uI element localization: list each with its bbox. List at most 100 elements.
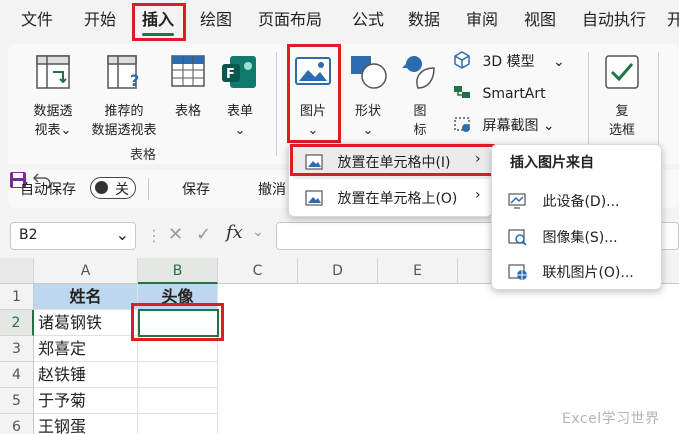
menu-bar: 文件 开始 插入 绘图 页面布局 公式 数据 审阅 视图 自动执行 开 <box>0 0 679 44</box>
chevron-down-icon: ⌄ <box>234 123 246 138</box>
chevron-down-icon: ⌄ <box>553 54 565 70</box>
cell-b4[interactable] <box>138 362 218 388</box>
place-in-cell-item[interactable]: 放置在单元格中(I) › <box>305 151 481 172</box>
this-device-item[interactable]: 此设备(D)... <box>508 191 620 211</box>
name-box-value: B2 <box>19 227 38 243</box>
checkbox-icon <box>605 55 639 89</box>
toggle-state: 关 <box>115 182 129 198</box>
shapes-label: 形状 <box>354 104 381 119</box>
stock-images-label: 图像集(S)... <box>542 230 618 246</box>
select-all-corner[interactable] <box>0 258 34 284</box>
row-header-1[interactable]: 1 <box>0 284 34 310</box>
stock-images-item[interactable]: 图像集(S)... <box>508 227 618 247</box>
online-pictures-item[interactable]: 联机图片(O)... <box>508 262 634 282</box>
cell-a2[interactable]: 诸葛钢铁 <box>34 310 138 336</box>
tab-draw[interactable]: 绘图 <box>200 9 232 31</box>
row-header-4[interactable]: 4 <box>0 362 34 388</box>
group-divider <box>658 52 659 156</box>
tab-file[interactable]: 文件 <box>21 9 53 31</box>
screenshot-label: 屏幕截图 <box>482 118 539 134</box>
cell-a1[interactable]: 姓名 <box>34 284 138 310</box>
tab-data[interactable]: 数据 <box>408 9 440 31</box>
cancel-icon[interactable]: ✕ <box>168 224 183 245</box>
checkbox-label-1: 复 <box>615 104 629 119</box>
pivottable-label-1: 数据透 <box>33 104 73 119</box>
place-over-cells-label: 放置在单元格上(O) <box>337 191 458 207</box>
icons-icon <box>402 56 435 89</box>
pivottable-label-2: 视表 <box>34 123 61 138</box>
3d-models-button[interactable]: 3D 模型 ⌄ <box>452 50 565 72</box>
cell-a5[interactable]: 于予菊 <box>34 388 138 414</box>
svg-text:?: ? <box>130 71 139 90</box>
checkbox-button[interactable]: 复 选框 <box>602 52 642 140</box>
this-device-icon <box>508 193 526 209</box>
checkbox-label-2: 选框 <box>608 123 635 138</box>
save-label[interactable]: 保存 <box>182 179 210 199</box>
group-divider <box>276 52 277 156</box>
screenshot-button[interactable]: 屏幕截图 ⌄ <box>452 114 555 136</box>
table-label: 表格 <box>174 104 201 119</box>
chevron-right-icon: › <box>475 187 481 203</box>
shapes-button[interactable]: 形状 ⌄ <box>348 52 388 140</box>
picture-button[interactable]: 图片 ⌄ <box>292 52 334 140</box>
tab-home[interactable]: 开始 <box>84 9 116 31</box>
autosave-toggle[interactable]: 关 <box>90 177 136 199</box>
icons-label-2: 标 <box>413 123 427 138</box>
forms-button[interactable]: F 表单 ⌄ <box>220 52 260 140</box>
cell-b1[interactable]: 头像 <box>138 284 218 310</box>
active-cell-b2[interactable] <box>138 309 219 337</box>
tab-insert[interactable]: 插入 <box>142 9 175 36</box>
watermark: Excel学习世界 <box>562 411 660 427</box>
chevron-right-icon: › <box>475 151 481 167</box>
chevron-down-icon: ⌄ <box>307 123 319 138</box>
table-icon <box>171 55 205 87</box>
tab-automate[interactable]: 自动执行 <box>582 9 646 31</box>
col-header-b[interactable]: B <box>138 258 218 284</box>
cell-b6[interactable] <box>138 414 218 434</box>
smartart-button[interactable]: SmartArt <box>452 82 546 104</box>
col-header-c[interactable]: C <box>218 258 298 284</box>
tab-review[interactable]: 审阅 <box>466 9 498 31</box>
place-over-cells-item[interactable]: 放置在单元格上(O) › <box>305 187 481 208</box>
tab-view[interactable]: 视图 <box>524 9 556 31</box>
icons-label-1: 图 <box>413 104 427 119</box>
name-box[interactable]: B2 ⌄ <box>10 222 136 250</box>
cell-a6[interactable]: 王钢蛋 <box>34 414 138 434</box>
chevron-down-icon[interactable]: ⌄ <box>116 225 129 244</box>
recommended-pivottable-icon: ? <box>107 55 139 90</box>
enter-icon[interactable]: ✓ <box>196 224 211 245</box>
recommended-pivottable-label-2: 数据透视表 <box>91 123 157 138</box>
picture-placement-menu: 放置在单元格中(I) › 放置在单元格上(O) › <box>288 143 493 217</box>
stock-images-icon <box>508 229 527 246</box>
tab-developer[interactable]: 开 <box>667 9 679 31</box>
this-device-label: 此设备(D)... <box>542 194 620 210</box>
cell-a3[interactable]: 郑喜定 <box>34 336 138 362</box>
cell-b3[interactable] <box>138 336 218 362</box>
row-header-3[interactable]: 3 <box>0 336 34 362</box>
cell-b5[interactable] <box>138 388 218 414</box>
insert-function-button[interactable]: fx <box>226 222 243 243</box>
row-header-6[interactable]: 6 <box>0 414 34 434</box>
cell-a4[interactable]: 赵铁锤 <box>34 362 138 388</box>
pivottable-button[interactable]: 数据透 视表⌄ <box>26 52 80 140</box>
chevron-down-icon: ⌄ <box>362 123 374 138</box>
recommended-pivottable-button[interactable]: ? 推荐的 数据透视表 <box>88 52 160 140</box>
recommended-pivottable-label-1: 推荐的 <box>104 104 144 119</box>
cube-icon <box>454 51 470 69</box>
tab-page-layout[interactable]: 页面布局 <box>258 9 322 31</box>
tab-formulas[interactable]: 公式 <box>352 9 384 31</box>
chevron-down-icon[interactable]: ⌄ <box>252 224 264 240</box>
smartart-label: SmartArt <box>482 86 546 102</box>
undo-label[interactable]: 撤消 <box>258 179 286 199</box>
picture-label: 图片 <box>299 104 326 119</box>
row-header-2[interactable]: 2 <box>0 310 34 336</box>
row-header-5[interactable]: 5 <box>0 388 34 414</box>
col-header-a[interactable]: A <box>34 258 138 284</box>
icons-button[interactable]: 图 标 <box>400 52 440 140</box>
chevron-down-icon: ⌄ <box>60 123 72 138</box>
col-header-e[interactable]: E <box>378 258 458 284</box>
tables-group-label: 表格 <box>130 148 157 163</box>
table-button[interactable]: 表格 <box>168 52 208 121</box>
col-header-d[interactable]: D <box>298 258 378 284</box>
active-tab-underline <box>142 33 175 36</box>
